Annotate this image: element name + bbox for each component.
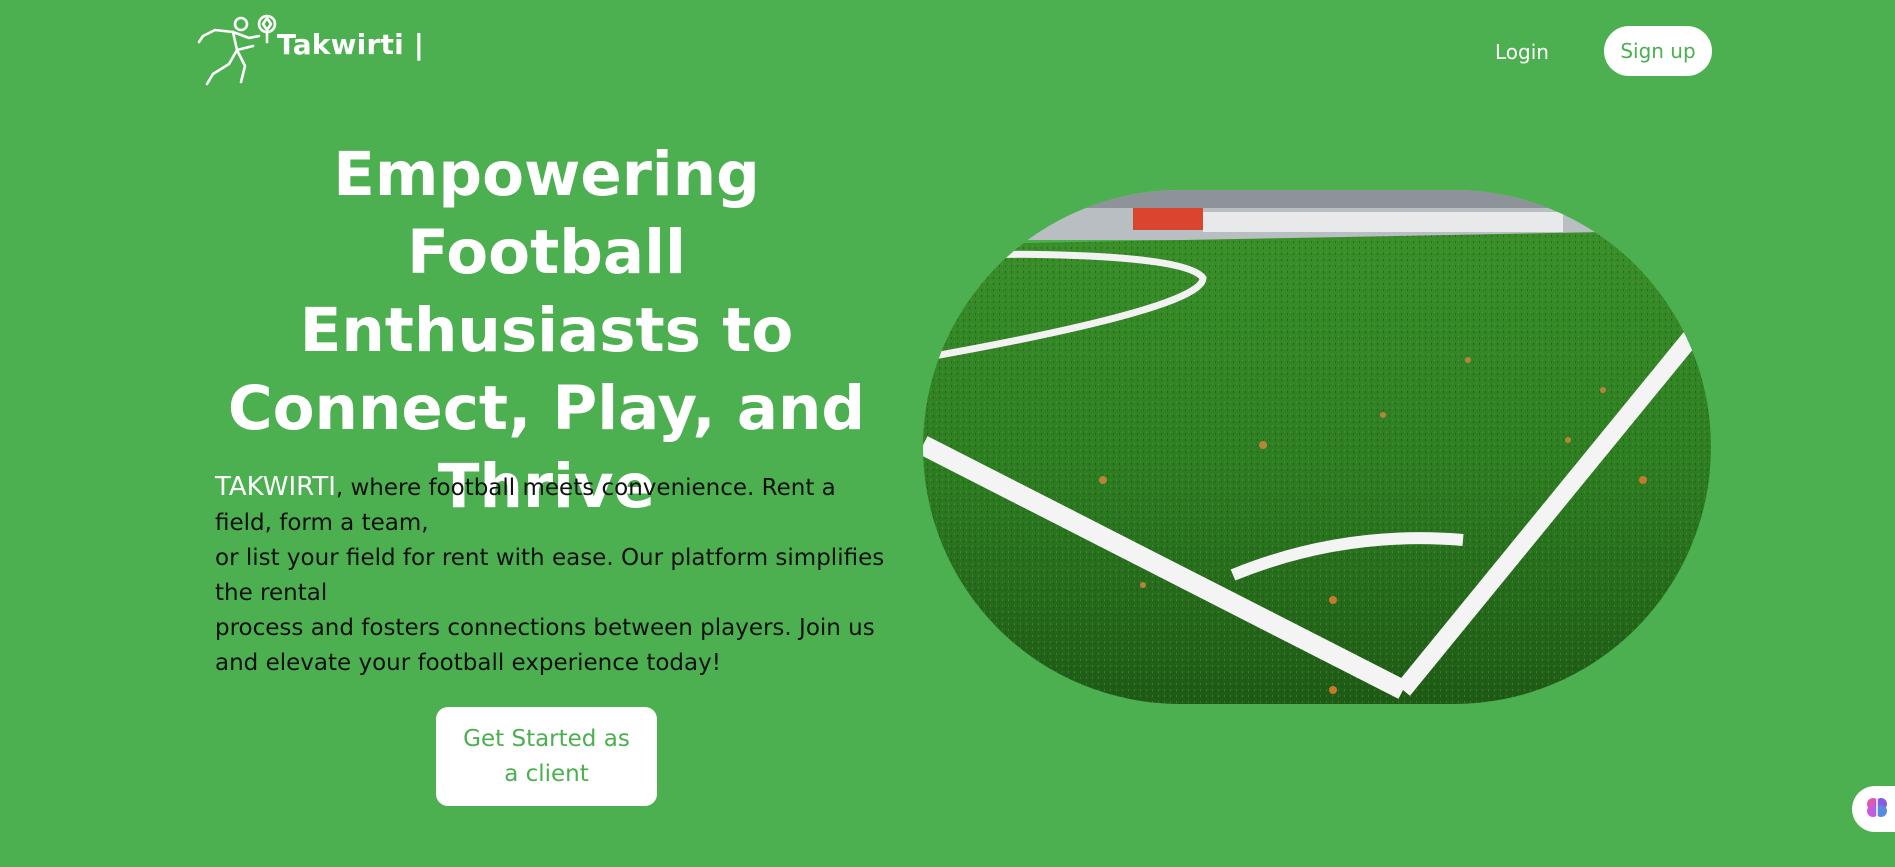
description-line-3: process and fosters connections between … xyxy=(215,615,875,676)
login-link[interactable]: Login xyxy=(1495,40,1549,64)
get-started-button[interactable]: Get Started as a client xyxy=(436,707,657,806)
assistant-widget-button[interactable] xyxy=(1852,786,1895,832)
soccer-player-icon xyxy=(193,12,283,96)
brand-name: TAKWIRTI xyxy=(215,472,336,502)
hero-description: TAKWIRTI, where football meets convenien… xyxy=(215,470,895,681)
signup-button[interactable]: Sign up xyxy=(1604,26,1712,76)
logo[interactable]: Takwirti | xyxy=(193,12,424,96)
brain-icon xyxy=(1864,794,1890,824)
description-line-2: or list your field for rent with ease. O… xyxy=(215,545,885,606)
landing-page: Takwirti | Login Sign up Empowering Foot… xyxy=(0,0,1895,867)
hero-headline: Empowering Football Enthusiasts to Conne… xyxy=(227,139,866,522)
football-field-image xyxy=(923,190,1711,704)
logo-text: Takwirti | xyxy=(277,27,425,61)
